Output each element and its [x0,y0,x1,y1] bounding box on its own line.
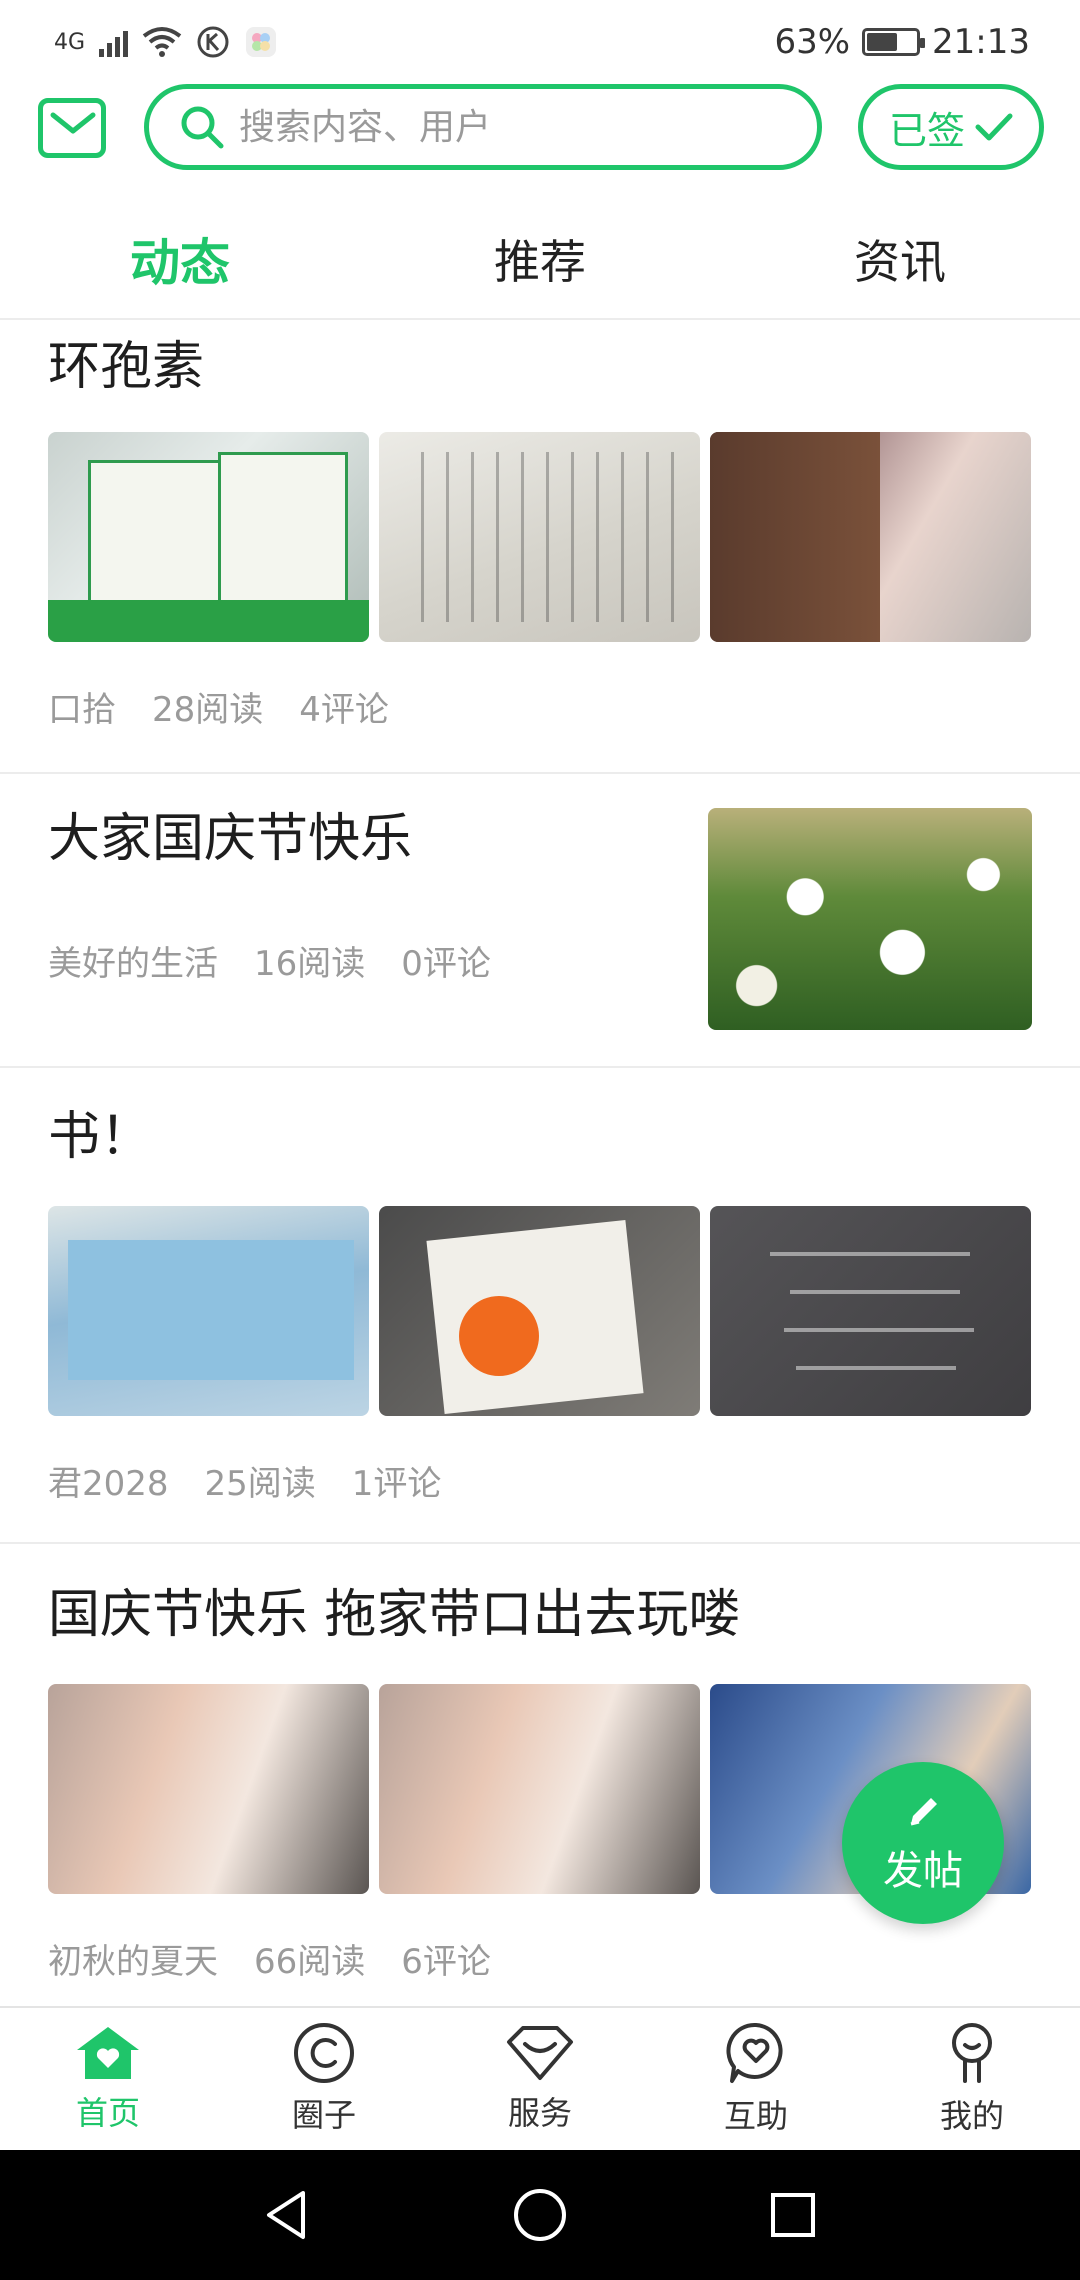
battery-fill [867,33,898,51]
network-type: 4G [54,29,86,55]
nav-item-circle[interactable]: 圈子 [216,2008,432,2150]
post-card[interactable]: 书！ 君2028 25阅读 1评论 [0,1068,1080,1544]
checkmark-icon [975,113,1013,141]
post-comments: 1评论 [351,1463,442,1504]
post-card[interactable]: 大家国庆节快乐 美好的生活 16阅读 0评论 [0,774,1080,1068]
post-meta: 君2028 25阅读 1评论 [48,1456,1032,1505]
post-title: 国庆节快乐 拖家带口出去玩喽 [48,1585,741,1645]
status-bar: 4G 63% 21:13 [0,0,1080,84]
nav-label-home: 首页 [75,2094,140,2132]
post-reads: 66阅读 [254,1941,366,1982]
home-icon [77,2027,139,2079]
home-circle-icon[interactable] [512,2187,568,2243]
post-image[interactable] [379,431,700,642]
photos-app-icon [246,27,277,57]
post-image[interactable] [379,1205,700,1416]
heart-chat-icon [726,2022,783,2083]
post-image[interactable] [708,808,1032,1030]
feed-tabs: 动态 推荐 资讯 [0,200,1080,320]
nav-label-service: 服务 [507,2094,572,2132]
envelope-icon [50,112,96,134]
post-reads: 28阅读 [152,689,264,730]
post-title: 大家国庆节快乐 [48,809,413,869]
post-image[interactable] [379,1683,700,1894]
pencil-icon [910,1798,937,1826]
nav-item-mine[interactable]: 我的 [864,2008,1080,2150]
signin-label: 已签 [888,108,965,153]
messages-button[interactable] [38,98,106,158]
post-image[interactable] [710,431,1031,642]
post-reads: 25阅读 [204,1463,316,1504]
tab-dynamic[interactable]: 动态 [0,200,360,318]
nav-item-service[interactable]: 服务 [432,2008,648,2150]
post-image[interactable] [48,431,369,642]
post-image[interactable] [710,1205,1031,1416]
new-post-button[interactable]: 发帖 [842,1762,1004,1924]
post-comments: 6评论 [401,1941,491,1982]
post-meta: 美好的生活 16阅读 0评论 [48,936,491,985]
post-feed: 环孢素 口拾 28阅读 4评论 大家国庆节快乐 美好的生活 16阅读 0评论 书… [0,322,1080,2006]
battery-percent: 63% [774,22,851,62]
post-image[interactable] [48,1683,369,1894]
post-author: 美好的生活 [48,944,218,984]
post-image[interactable] [48,1205,369,1416]
signal-icon [99,27,129,57]
status-right: 63% 21:13 [774,22,1030,62]
status-left: 4G [54,25,278,59]
post-author: 初秋的夏天 [48,1941,218,1982]
search-icon [181,106,224,149]
wifi-icon [142,27,182,57]
tab-recommend[interactable]: 推荐 [360,200,720,318]
new-post-label: 发帖 [883,1848,963,1894]
post-images [48,431,1032,642]
search-input[interactable] [239,106,799,148]
bottom-nav: 首页 圈子 服务 互助 我的 [0,2006,1080,2150]
post-card[interactable]: 环孢素 口拾 28阅读 4评论 [0,322,1080,774]
nav-label-help: 互助 [723,2097,788,2135]
post-author: 君2028 [48,1463,169,1504]
circle-icon [294,2023,354,2083]
post-meta: 口拾 28阅读 4评论 [48,682,1032,731]
person-icon [952,2023,992,2083]
tab-news[interactable]: 资讯 [720,200,1080,318]
back-icon[interactable] [259,2187,315,2243]
post-meta: 初秋的夏天 66阅读 6评论 [48,1934,1032,1983]
post-reads: 16阅读 [254,944,366,984]
k-app-icon [197,26,229,58]
post-comments: 4评论 [299,689,389,730]
top-header: 已签 [0,84,1080,170]
post-author: 口拾 [48,689,116,730]
nav-item-help[interactable]: 互助 [648,2008,864,2150]
post-comments: 0评论 [401,944,491,984]
system-nav-bar [0,2150,1080,2280]
post-title: 环孢素 [48,337,205,397]
recents-icon[interactable] [765,2187,821,2243]
diamond-icon [507,2026,573,2080]
post-images [48,1205,1032,1416]
post-title: 书！ [48,1107,153,1167]
clock: 21:13 [932,22,1030,62]
nav-label-circle: 圈子 [291,2096,356,2134]
battery-icon [862,28,926,56]
signin-button[interactable]: 已签 [858,84,1044,170]
search-bar[interactable] [144,84,822,170]
nav-item-home[interactable]: 首页 [0,2008,216,2150]
nav-label-mine: 我的 [939,2097,1004,2135]
